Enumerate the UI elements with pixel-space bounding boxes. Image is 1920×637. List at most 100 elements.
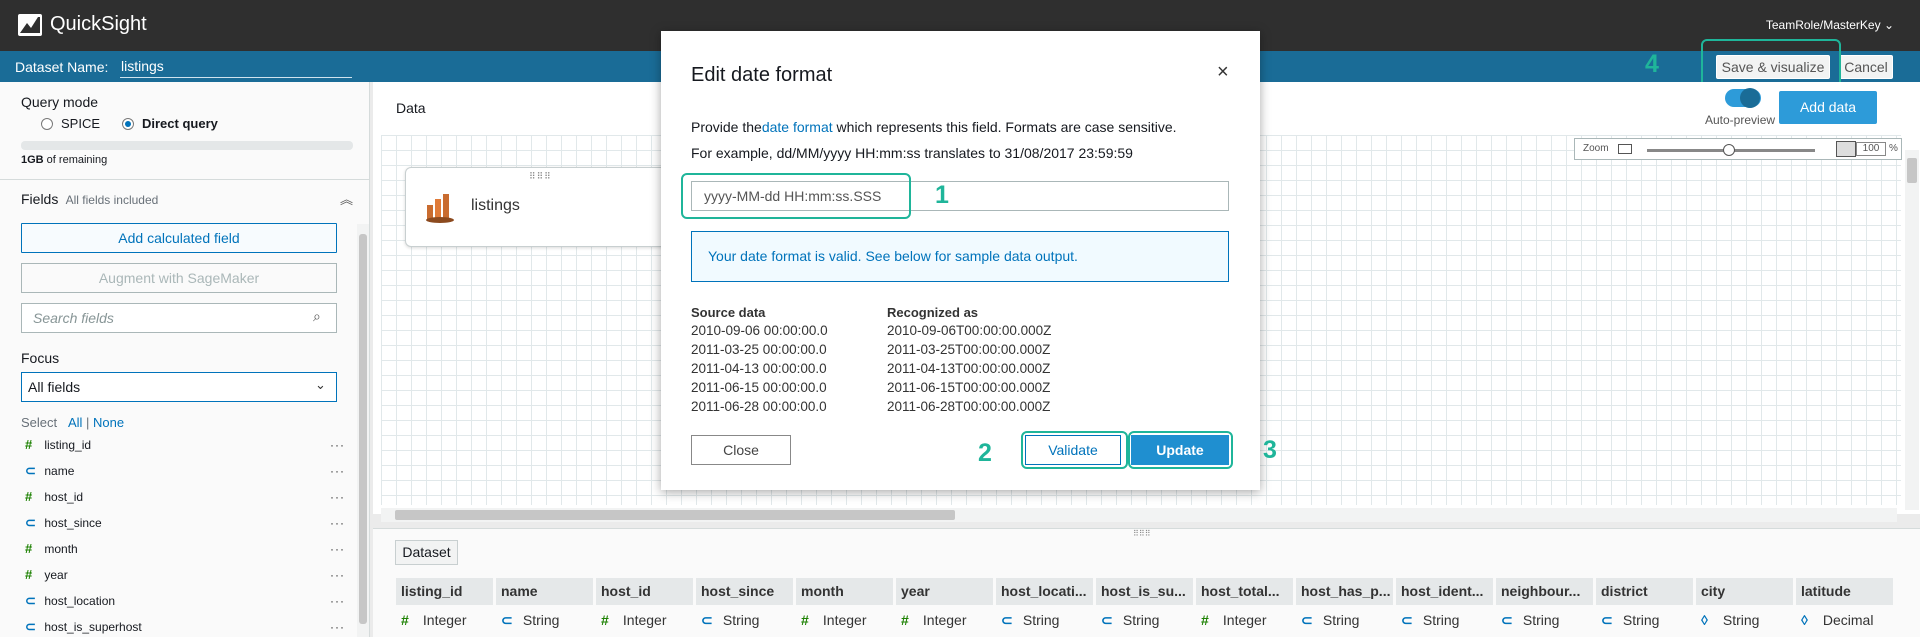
zoom-control: Zoom 100 %	[1574, 138, 1902, 160]
column-type-label: String	[1322, 612, 1360, 628]
more-options-icon[interactable]: ···	[330, 536, 345, 562]
string-type-icon: ⊂	[25, 463, 36, 478]
capacity-bar	[21, 141, 353, 150]
resize-handle-icon[interactable]: ⠿⠿⠿	[1133, 529, 1151, 538]
source-data-header: Source data	[691, 305, 766, 320]
column-header[interactable]: neighbour...	[1496, 578, 1593, 605]
column-type[interactable]: # Integer	[796, 607, 866, 633]
dataset-name-input[interactable]: listings	[120, 58, 352, 78]
search-fields-input[interactable]: Search fields	[21, 303, 337, 333]
source-data-cell: 2011-06-28 00:00:00.0	[691, 399, 827, 414]
column-type[interactable]: ⊂ String	[1296, 607, 1359, 633]
zoom-reset-icon[interactable]	[1836, 141, 1856, 157]
number-type-icon: #	[601, 612, 609, 628]
drag-handle-icon[interactable]: ⠿⠿⠿	[529, 171, 552, 182]
field-row[interactable]: ⊂ host_since ···	[25, 510, 345, 536]
column-type[interactable]: ⊂ String	[696, 607, 759, 633]
field-row[interactable]: # month ···	[25, 536, 345, 562]
direct-query-option[interactable]: Direct query	[122, 116, 218, 131]
more-options-icon[interactable]: ···	[330, 510, 345, 536]
column-type[interactable]: ⊂ String	[1596, 607, 1659, 633]
column-header[interactable]: host_id	[596, 578, 693, 605]
column-type[interactable]: ⊂ String	[1096, 607, 1159, 633]
collapse-icon[interactable]: ︽	[340, 189, 353, 208]
fields-title: Fields	[21, 191, 59, 207]
select-none-link[interactable]: None	[93, 415, 124, 430]
augment-sagemaker-button: Augment with SageMaker	[21, 263, 337, 293]
column-header[interactable]: latitude	[1796, 578, 1893, 605]
add-calculated-field-button[interactable]: Add calculated field	[21, 223, 337, 253]
column-header[interactable]: host_has_p...	[1296, 578, 1393, 605]
column-type[interactable]: ⊂ String	[1496, 607, 1559, 633]
direct-query-label: Direct query	[142, 116, 218, 131]
column-type[interactable]: ⊂ String	[496, 607, 559, 633]
string-type-icon: ⊂	[25, 515, 36, 530]
geo-pin-icon: ◊	[1701, 612, 1708, 628]
zoom-slider-thumb[interactable]	[1723, 144, 1735, 156]
column-type[interactable]: ◊ Decimal	[1796, 607, 1873, 633]
field-row[interactable]: # host_id ···	[25, 484, 345, 510]
string-type-icon: ⊂	[1001, 612, 1013, 628]
column-header[interactable]: host_since	[696, 578, 793, 605]
column-type-label: Integer	[822, 612, 867, 628]
annotation-box-2	[1021, 431, 1128, 469]
focus-select[interactable]: All fields	[21, 372, 337, 402]
more-options-icon[interactable]: ···	[330, 562, 345, 588]
close-button[interactable]: Close	[691, 435, 791, 465]
zoom-fit-icon[interactable]	[1618, 144, 1632, 154]
cancel-button[interactable]: Cancel	[1839, 55, 1893, 79]
column-header[interactable]: host_locati...	[996, 578, 1093, 605]
column-type-label: Integer	[622, 612, 667, 628]
column-header[interactable]: city	[1696, 578, 1793, 605]
account-menu[interactable]: TeamRole/MasterKey ⌄	[1766, 18, 1894, 32]
number-type-icon: #	[901, 612, 909, 628]
auto-preview-toggle[interactable]	[1725, 88, 1761, 108]
horizontal-scroll-thumb[interactable]	[395, 510, 955, 520]
column-header[interactable]: host_total...	[1196, 578, 1293, 605]
more-options-icon[interactable]: ···	[330, 432, 345, 458]
column-type[interactable]: # Integer	[396, 607, 466, 633]
node-label: listings	[471, 197, 520, 214]
query-mode-title: Query mode	[21, 94, 99, 110]
quicksight-logo-icon	[18, 14, 42, 36]
more-options-icon[interactable]: ···	[330, 614, 345, 637]
more-options-icon[interactable]: ···	[330, 458, 345, 484]
radio-icon	[41, 118, 53, 130]
column-type[interactable]: ◊ String	[1696, 607, 1759, 633]
more-options-icon[interactable]: ···	[330, 588, 345, 614]
chevron-down-icon: ⌄	[315, 377, 326, 392]
field-row[interactable]: ⊂ name ···	[25, 458, 345, 484]
zoom-value[interactable]: 100	[1856, 142, 1886, 156]
add-data-button[interactable]: Add data	[1779, 91, 1877, 124]
tab-dataset[interactable]: Dataset	[395, 540, 458, 565]
column-type[interactable]: ⊂ String	[996, 607, 1059, 633]
scrollbar[interactable]	[357, 224, 369, 637]
recognized-as-cell: 2011-03-25T00:00:00.000Z	[887, 342, 1051, 357]
more-options-icon[interactable]: ···	[330, 484, 345, 510]
select-all-link[interactable]: All	[68, 415, 82, 430]
date-format-link[interactable]: date format	[762, 119, 833, 135]
field-row[interactable]: ⊂ host_location ···	[25, 588, 345, 614]
field-row[interactable]: # listing_id ···	[25, 432, 345, 458]
column-header[interactable]: listing_id	[396, 578, 493, 605]
column-header[interactable]: host_is_su...	[1096, 578, 1193, 605]
spice-option[interactable]: SPICE	[41, 116, 100, 131]
column-type[interactable]: # Integer	[596, 607, 666, 633]
field-row[interactable]: # year ···	[25, 562, 345, 588]
close-icon[interactable]: ×	[1217, 61, 1229, 84]
column-header[interactable]: district	[1596, 578, 1693, 605]
field-row[interactable]: ⊂ host_is_superhost ···	[25, 614, 345, 637]
column-header[interactable]: host_ident...	[1396, 578, 1493, 605]
column-type[interactable]: ⊂ String	[1396, 607, 1459, 633]
column-type[interactable]: # Integer	[1196, 607, 1266, 633]
validation-info-box: Your date format is valid. See below for…	[691, 231, 1229, 282]
dataset-node[interactable]: ⠿⠿⠿ listings	[405, 167, 685, 247]
column-header[interactable]: year	[896, 578, 993, 605]
recognized-as-header: Recognized as	[887, 305, 979, 320]
column-type[interactable]: # Integer	[896, 607, 966, 633]
vertical-scrollbar[interactable]	[1905, 150, 1919, 510]
column-header[interactable]: month	[796, 578, 893, 605]
string-type-icon: ⊂	[1101, 612, 1113, 628]
string-type-icon: ⊂	[501, 612, 513, 628]
column-header[interactable]: name	[496, 578, 593, 605]
